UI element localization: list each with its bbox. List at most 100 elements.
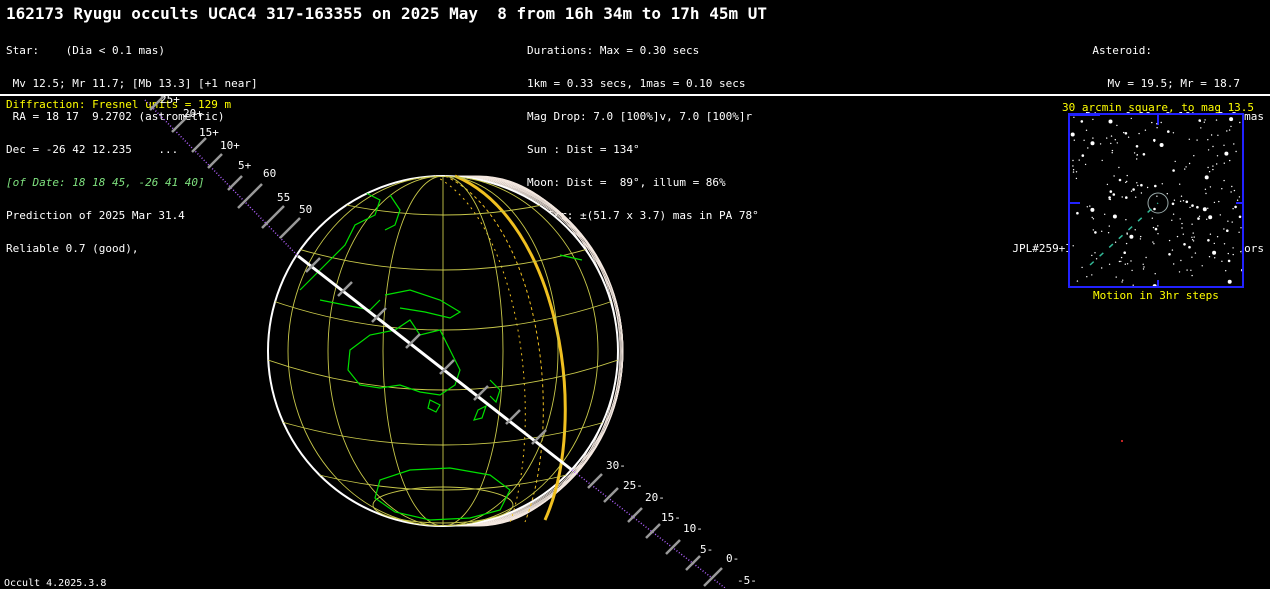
field-star bbox=[1193, 155, 1195, 157]
field-star bbox=[1185, 166, 1187, 168]
footer-version: Occult 4.2025.3.8 bbox=[4, 578, 107, 589]
field-star bbox=[1072, 159, 1074, 162]
field-star bbox=[1161, 183, 1163, 185]
field-star bbox=[1114, 139, 1116, 141]
field-star bbox=[1116, 124, 1118, 127]
field-star bbox=[1229, 159, 1231, 162]
field-star bbox=[1091, 254, 1093, 257]
field-star bbox=[1089, 205, 1091, 207]
path-label: 15+ bbox=[199, 126, 219, 139]
field-star bbox=[1224, 151, 1229, 156]
field-star bbox=[1152, 241, 1154, 243]
motion-track bbox=[1089, 202, 1159, 266]
field-star bbox=[1120, 260, 1122, 263]
field-star bbox=[1223, 179, 1225, 182]
field-star bbox=[1125, 196, 1128, 199]
field-star bbox=[1118, 166, 1120, 169]
field-star bbox=[1123, 131, 1125, 134]
field-star bbox=[1206, 218, 1208, 220]
field-star bbox=[1225, 270, 1227, 272]
path-label: 50 bbox=[299, 203, 313, 216]
path-label: 15- bbox=[661, 511, 681, 524]
field-star bbox=[1228, 129, 1231, 131]
field-star bbox=[1160, 121, 1162, 124]
field-star bbox=[1223, 162, 1225, 164]
field-star bbox=[1171, 249, 1174, 251]
field-star bbox=[1197, 217, 1200, 220]
field-star bbox=[1226, 229, 1229, 232]
field-star bbox=[1223, 243, 1226, 245]
field-star bbox=[1234, 205, 1237, 209]
field-star bbox=[1154, 227, 1158, 231]
field-star bbox=[1208, 287, 1209, 288]
path-label: 20- bbox=[645, 491, 665, 504]
field-star bbox=[1136, 158, 1138, 160]
path-label: 0- bbox=[726, 552, 740, 565]
field-star bbox=[1233, 143, 1235, 145]
field-star bbox=[1104, 213, 1106, 215]
field-star bbox=[1227, 252, 1229, 255]
field-star bbox=[1191, 204, 1194, 207]
field-star bbox=[1084, 163, 1087, 166]
field-star bbox=[1203, 121, 1205, 123]
field-star bbox=[1241, 268, 1242, 272]
field-star bbox=[1118, 260, 1121, 263]
field-star bbox=[1108, 263, 1111, 265]
field-star bbox=[1137, 184, 1139, 187]
field-star bbox=[1112, 214, 1117, 219]
field-star bbox=[1236, 199, 1239, 201]
field-star bbox=[1156, 195, 1158, 197]
field-star bbox=[1127, 136, 1130, 138]
field-star bbox=[1172, 213, 1175, 215]
field-star bbox=[1233, 189, 1236, 192]
field-star bbox=[1183, 243, 1186, 246]
field-star bbox=[1232, 208, 1234, 210]
field-star bbox=[1213, 201, 1216, 204]
field-star bbox=[1130, 117, 1132, 120]
field-star bbox=[1108, 225, 1110, 227]
field-star bbox=[1210, 134, 1213, 136]
field-star bbox=[1153, 140, 1156, 143]
field-star bbox=[1216, 236, 1219, 238]
field-star bbox=[1092, 137, 1094, 139]
marker-dot bbox=[1121, 440, 1123, 442]
field-star bbox=[1080, 120, 1084, 123]
field-star bbox=[1178, 271, 1181, 273]
field-star bbox=[1108, 119, 1113, 124]
field-star bbox=[1179, 183, 1181, 185]
field-star bbox=[1181, 222, 1183, 225]
field-star bbox=[1196, 139, 1198, 141]
field-star bbox=[1091, 216, 1093, 219]
field-star bbox=[1227, 259, 1231, 263]
field-star bbox=[1094, 231, 1097, 234]
path-label: 5+ bbox=[238, 159, 252, 172]
field-star bbox=[1179, 218, 1181, 220]
star-field bbox=[1070, 115, 1242, 288]
path-label: -5- bbox=[737, 574, 757, 587]
field-star bbox=[1076, 280, 1079, 282]
field-star bbox=[1174, 160, 1176, 163]
field-star bbox=[1075, 177, 1078, 180]
field-star bbox=[1115, 276, 1117, 278]
field-star bbox=[1168, 239, 1171, 242]
field-star bbox=[1180, 259, 1182, 262]
path-label: 55 bbox=[277, 191, 291, 204]
field-star bbox=[1139, 238, 1142, 240]
field-star bbox=[1140, 192, 1143, 194]
globe-map bbox=[144, 95, 1123, 588]
path-label: 20+ bbox=[183, 107, 203, 120]
path-label: 10- bbox=[683, 522, 703, 535]
field-star bbox=[1144, 129, 1147, 131]
field-star bbox=[1157, 233, 1159, 235]
field-star bbox=[1215, 119, 1218, 121]
field-star bbox=[1209, 186, 1212, 188]
field-star bbox=[1212, 250, 1217, 255]
field-star bbox=[1189, 206, 1191, 209]
field-star bbox=[1188, 138, 1190, 140]
field-star bbox=[1113, 175, 1115, 177]
field-star bbox=[1081, 154, 1085, 157]
field-star bbox=[1190, 269, 1192, 271]
field-star bbox=[1152, 226, 1155, 229]
field-star bbox=[1227, 279, 1232, 284]
field-star bbox=[1091, 274, 1093, 276]
